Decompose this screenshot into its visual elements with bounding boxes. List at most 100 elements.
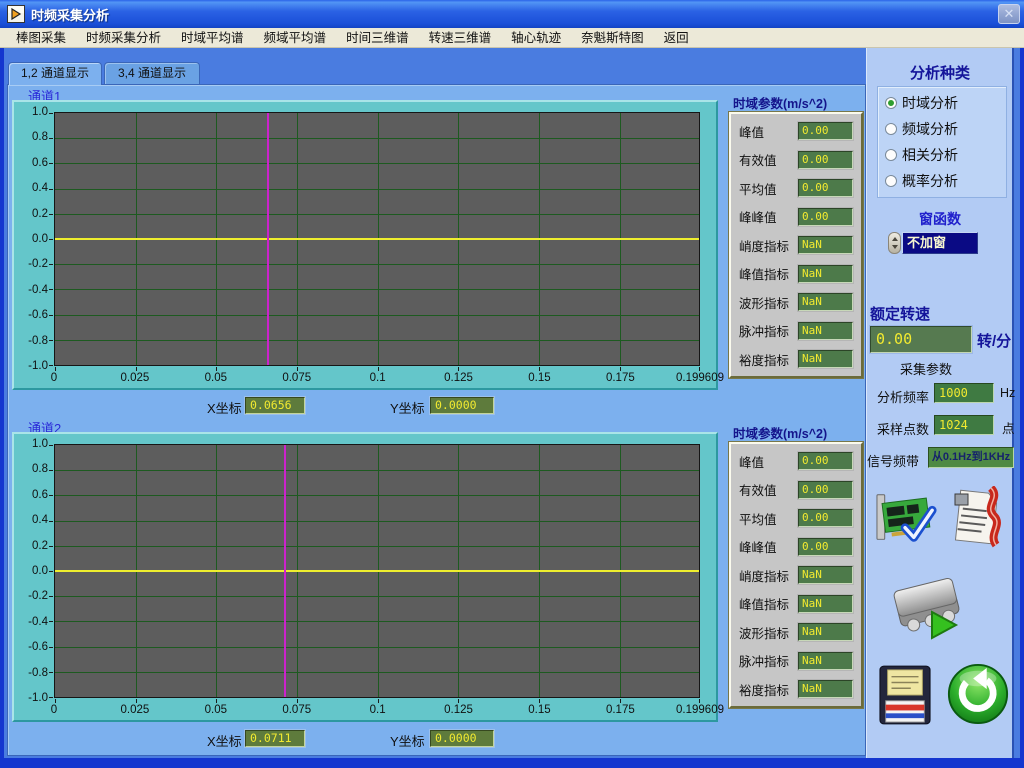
close-icon: ✕ bbox=[1004, 6, 1015, 22]
analysis-option-2[interactable]: 频域分析 bbox=[885, 116, 1006, 141]
tab-channels-1-2[interactable]: 1,2 通道显示 bbox=[8, 62, 102, 85]
app-window: 时频采集分析 ✕ 棒图采集时频采集分析时域平均谱频域平均谱时间三维谱转速三维谱轴… bbox=[0, 0, 1024, 768]
x-tick-label: 0.199609 bbox=[676, 704, 724, 716]
x-tick-label: 0.1 bbox=[370, 372, 386, 384]
y-tick-label: -0.8 bbox=[28, 667, 48, 679]
channel1-plot-area[interactable] bbox=[54, 112, 700, 366]
channel2-chart[interactable]: 1.00.80.60.40.20.0-0.2-0.4-0.6-0.8-1.0 0… bbox=[12, 432, 718, 722]
radio-button-icon[interactable] bbox=[885, 175, 897, 187]
param-row: 峭度指标NaN bbox=[739, 233, 853, 257]
y-tick-label: 0.4 bbox=[32, 514, 48, 526]
y-tick-mark bbox=[49, 621, 53, 622]
analysis-option-label: 概率分析 bbox=[902, 171, 958, 191]
sample-points-input[interactable]: 1024 bbox=[934, 415, 994, 435]
y-gridline bbox=[55, 672, 699, 673]
param-row: 平均值0.00 bbox=[739, 176, 853, 200]
param-row: 脉冲指标NaN bbox=[739, 649, 853, 673]
channel1-cursor[interactable] bbox=[267, 113, 269, 365]
x-tick-label: 0.15 bbox=[528, 372, 550, 384]
y-tick-mark bbox=[49, 340, 53, 341]
y-tick-mark bbox=[49, 495, 53, 496]
close-button[interactable]: ✕ bbox=[998, 4, 1020, 24]
channel1-x-axis: 00.0250.050.0750.10.1250.150.1750.199609 bbox=[54, 372, 700, 387]
x-tick-mark bbox=[297, 699, 298, 703]
channel2-cursor[interactable] bbox=[284, 445, 286, 697]
param-row: 裕度指标NaN bbox=[739, 677, 853, 701]
y-coord-label: Y坐标 bbox=[390, 731, 425, 750]
analysis-frequency-unit: Hz bbox=[1000, 386, 1015, 400]
param-row: 峰值0.00 bbox=[739, 119, 853, 143]
analysis-option-1[interactable]: 时域分析 bbox=[885, 90, 1006, 115]
analysis-option-label: 相关分析 bbox=[902, 145, 958, 165]
rated-speed-input[interactable]: 0.00 bbox=[870, 326, 972, 353]
x-tick-mark bbox=[136, 367, 137, 371]
restart-button[interactable] bbox=[946, 662, 1010, 726]
y-tick-label: -0.6 bbox=[28, 309, 48, 321]
x-tick-mark bbox=[699, 699, 700, 703]
y-tick-label: 0.6 bbox=[32, 157, 48, 169]
param-value: 0.00 bbox=[798, 452, 853, 470]
param-label: 峰值指标 bbox=[739, 264, 789, 283]
param-label: 峰峰值 bbox=[739, 537, 777, 556]
y-tick-mark bbox=[49, 189, 53, 190]
menu-item-2[interactable]: 时频采集分析 bbox=[76, 29, 171, 47]
analysis-type-group: 时域分析频域分析相关分析概率分析 bbox=[877, 86, 1007, 198]
y-tick-mark bbox=[49, 239, 53, 240]
window-border-right bbox=[1020, 48, 1024, 768]
y-tick-label: 1.0 bbox=[32, 438, 48, 450]
menu-item-9[interactable]: 返回 bbox=[654, 29, 699, 47]
y-tick-mark bbox=[49, 521, 53, 522]
param-value: 0.00 bbox=[798, 538, 853, 556]
y-tick-label: -0.4 bbox=[28, 284, 48, 296]
y-gridline bbox=[55, 214, 699, 215]
menu-item-6[interactable]: 转速三维谱 bbox=[419, 29, 502, 47]
x-tick-mark bbox=[297, 367, 298, 371]
report-button[interactable] bbox=[944, 486, 1008, 548]
y-tick-label: -0.2 bbox=[28, 590, 48, 602]
channel1-y-axis: 1.00.80.60.40.20.0-0.2-0.4-0.6-0.8-1.0 bbox=[14, 112, 50, 366]
menu-item-3[interactable]: 时域平均谱 bbox=[171, 29, 254, 47]
menu-item-5[interactable]: 时间三维谱 bbox=[336, 29, 419, 47]
param-label: 峰峰值 bbox=[739, 207, 777, 226]
y-gridline bbox=[55, 315, 699, 316]
y-tick-mark bbox=[49, 365, 53, 366]
channel1-chart[interactable]: 1.00.80.60.40.20.0-0.2-0.4-0.6-0.8-1.0 0… bbox=[12, 100, 718, 390]
radio-button-icon[interactable] bbox=[885, 123, 897, 135]
radio-button-icon[interactable] bbox=[885, 149, 897, 161]
y-tick-label: 0.8 bbox=[32, 463, 48, 475]
param-label: 脉冲指标 bbox=[739, 651, 789, 670]
window-function-select[interactable]: 不加窗 bbox=[902, 232, 978, 254]
analysis-option-4[interactable]: 概率分析 bbox=[885, 169, 1006, 194]
param-row: 有效值0.00 bbox=[739, 478, 853, 502]
daq-card-check-button[interactable] bbox=[876, 488, 938, 548]
analysis-frequency-input[interactable]: 1000 bbox=[934, 383, 994, 403]
menu-item-7[interactable]: 轴心轨迹 bbox=[501, 29, 571, 47]
x-tick-label: 0 bbox=[51, 372, 57, 384]
param-value: 0.00 bbox=[798, 122, 853, 140]
radio-button-icon[interactable] bbox=[885, 97, 897, 109]
y-gridline bbox=[55, 647, 699, 648]
x-tick-label: 0.075 bbox=[282, 704, 311, 716]
window-border-bottom bbox=[0, 758, 1024, 768]
param-row: 峰值指标NaN bbox=[739, 592, 853, 616]
tab-channels-3-4[interactable]: 3,4 通道显示 bbox=[104, 62, 200, 85]
y-coord-value: 0.0000 bbox=[430, 730, 494, 747]
x-tick-mark bbox=[458, 699, 459, 703]
menu-item-8[interactable]: 奈魁斯特图 bbox=[571, 29, 654, 47]
analysis-option-3[interactable]: 相关分析 bbox=[885, 143, 1006, 168]
window-border-left bbox=[0, 48, 4, 768]
run-analysis-chip-button[interactable] bbox=[888, 574, 968, 646]
param-panel2-rows: 峰值0.00有效值0.00平均值0.00峰峰值0.00峭度指标NaN峰值指标Na… bbox=[739, 449, 853, 701]
channel2-coordinates: X坐标 0.0711 Y坐标 0.0000 bbox=[12, 730, 718, 748]
menu-item-4[interactable]: 频域平均谱 bbox=[254, 29, 337, 47]
param-label: 峰值指标 bbox=[739, 594, 789, 613]
channel2-plot-area[interactable] bbox=[54, 444, 700, 698]
menu-item-1[interactable]: 棒图采集 bbox=[6, 29, 76, 47]
y-coord-value: 0.0000 bbox=[430, 397, 494, 414]
y-tick-label: 0.4 bbox=[32, 182, 48, 194]
save-button[interactable] bbox=[878, 664, 932, 726]
y-tick-label: -0.4 bbox=[28, 616, 48, 628]
x-tick-label: 0.199609 bbox=[676, 372, 724, 384]
param-value: NaN bbox=[798, 623, 853, 641]
window-function-spinner[interactable] bbox=[888, 232, 901, 254]
